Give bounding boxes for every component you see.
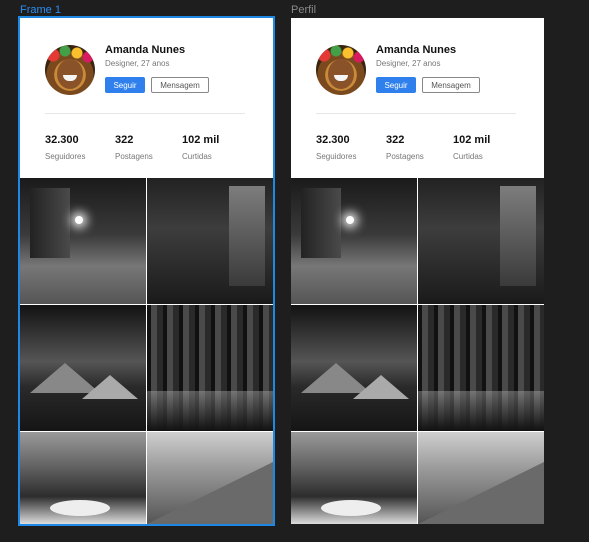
photo-street-night[interactable]	[291, 178, 417, 304]
frame-2[interactable]: Amanda Nunes Designer, 27 anos Seguir Me…	[291, 18, 544, 524]
divider	[45, 113, 245, 114]
photo-mountain-night-sky[interactable]	[291, 305, 417, 431]
frame-1-label[interactable]: Frame 1	[20, 4, 61, 16]
stat-followers: 32.300 Seguidores	[45, 134, 85, 161]
stat-posts: 322 Postagens	[386, 134, 424, 161]
stat-followers: 32.300 Seguidores	[316, 134, 356, 161]
photo-coast-waterfall[interactable]	[20, 432, 146, 524]
stat-label: Curtidas	[182, 152, 212, 161]
follow-button[interactable]: Seguir	[376, 77, 416, 93]
profile-header: Amanda Nunes Designer, 27 anos Seguir Me…	[20, 18, 273, 178]
avatar	[45, 45, 95, 95]
stat-label: Postagens	[386, 152, 424, 161]
profile-subtitle: Designer, 27 anos	[376, 59, 441, 68]
profile-name: Amanda Nunes	[376, 44, 457, 56]
stat-label: Seguidores	[316, 152, 357, 161]
photo-grid	[291, 178, 544, 524]
photo-street-night[interactable]	[20, 178, 146, 304]
photo-mountain-night-sky[interactable]	[20, 305, 146, 431]
stat-posts: 322 Postagens	[115, 134, 153, 161]
profile-header: Amanda Nunes Designer, 27 anos Seguir Me…	[291, 18, 544, 178]
stat-label: Seguidores	[45, 152, 86, 161]
stat-value: 322	[386, 134, 405, 146]
stat-likes: 102 mil Curtidas	[182, 134, 219, 161]
photo-city-buildings[interactable]	[147, 178, 273, 304]
photo-forest[interactable]	[418, 305, 544, 431]
frame-1[interactable]: Amanda Nunes Designer, 27 anos Seguir Me…	[20, 18, 273, 524]
stat-likes: 102 mil Curtidas	[453, 134, 490, 161]
follow-button[interactable]: Seguir	[105, 77, 145, 93]
photo-grid	[20, 178, 273, 524]
profile-subtitle: Designer, 27 anos	[105, 59, 170, 68]
photo-mountain-valley[interactable]	[147, 432, 273, 524]
photo-city-buildings[interactable]	[418, 178, 544, 304]
photo-mountain-valley[interactable]	[418, 432, 544, 524]
stat-label: Curtidas	[453, 152, 483, 161]
photo-forest[interactable]	[147, 305, 273, 431]
message-button[interactable]: Mensagem	[422, 77, 480, 93]
stat-value: 32.300	[45, 134, 79, 146]
divider	[316, 113, 516, 114]
photo-coast-waterfall[interactable]	[291, 432, 417, 524]
stat-value: 102 mil	[453, 134, 491, 146]
frame-2-label[interactable]: Perfil	[291, 4, 316, 16]
stat-value: 32.300	[316, 134, 350, 146]
avatar	[316, 45, 366, 95]
stat-label: Postagens	[115, 152, 153, 161]
message-button[interactable]: Mensagem	[151, 77, 209, 93]
stat-value: 102 mil	[182, 134, 220, 146]
profile-name: Amanda Nunes	[105, 44, 186, 56]
stat-value: 322	[115, 134, 134, 146]
